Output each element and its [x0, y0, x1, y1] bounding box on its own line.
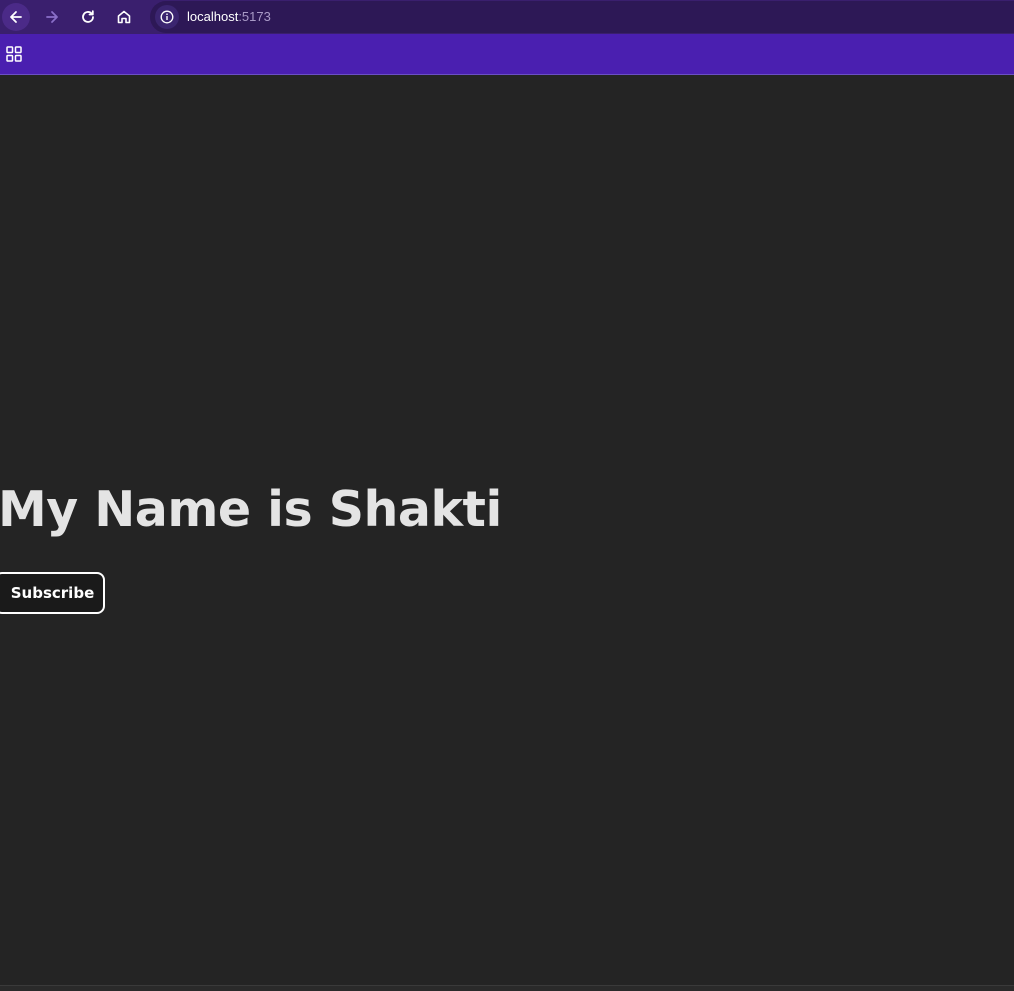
page-heading: My Name is Shakti [0, 481, 502, 538]
bottom-edge [0, 985, 1014, 991]
reload-button[interactable] [74, 3, 102, 31]
info-icon[interactable] [155, 5, 179, 29]
arrow-right-icon [46, 11, 58, 23]
bookmark-bar [0, 34, 1014, 75]
url-host: localhost [187, 9, 239, 24]
browser-toolbar: localhost:5173 [0, 0, 1014, 34]
url-port: :5173 [238, 9, 271, 24]
home-button[interactable] [110, 3, 138, 31]
home-icon [117, 10, 131, 24]
forward-button[interactable] [38, 3, 66, 31]
apps-grid-icon[interactable] [5, 45, 23, 63]
subscribe-button[interactable]: Subscribe [0, 572, 105, 614]
url-text[interactable]: localhost:5173 [187, 9, 271, 25]
back-button[interactable] [2, 3, 30, 31]
address-bar[interactable]: localhost:5173 [150, 1, 1014, 33]
page-content: My Name is Shakti Subscribe [0, 75, 1014, 985]
reload-icon [82, 10, 94, 23]
arrow-left-icon [10, 11, 22, 23]
